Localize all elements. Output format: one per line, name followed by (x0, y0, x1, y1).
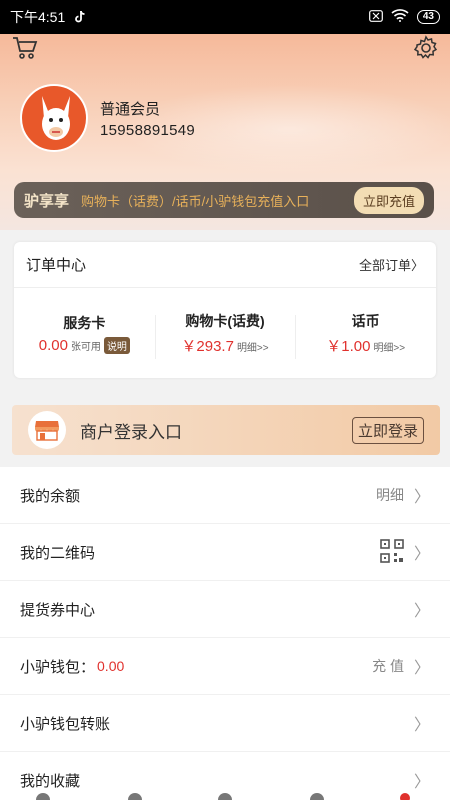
stat-label: 服务卡 (63, 314, 106, 331)
cart-icon[interactable] (12, 36, 38, 60)
stat-label: 话币 (351, 312, 380, 329)
menu-item-label: 我的二维码 (20, 544, 96, 562)
menu-item-label: 我的余额 (20, 487, 81, 505)
recharge-banner-desc: 购物卡（话费）/话币/小驴钱包充值入口 (81, 193, 310, 209)
menu-item-wallet[interactable]: 小驴钱包： 0.00 充 值〉 (0, 638, 450, 695)
menu-item-label: 小驴钱包： (20, 658, 96, 676)
merchant-login-banner[interactable]: 商户登录入口 立即登录 (12, 405, 440, 455)
stat-label: 购物卡(话费) (185, 312, 265, 329)
stat-value: ￥1.00 (326, 337, 371, 355)
explain-badge[interactable]: 说明 (103, 336, 130, 354)
stat-shopping-card[interactable]: 购物卡(话费) ￥293.7 明细>> (154, 311, 296, 359)
menu-item-right-text: 明细 (375, 487, 404, 503)
order-center-header: 订单中心 全部订单〉 (14, 242, 436, 288)
menu-item-voucher-center[interactable]: 提货券中心 〉 (0, 581, 450, 638)
menu-item-balance[interactable]: 我的余额 明细〉 (0, 467, 450, 524)
service-icon[interactable] (218, 793, 232, 800)
chevron-right-icon: 〉 (413, 489, 430, 506)
login-now-button[interactable]: 立即登录 (351, 416, 424, 444)
stat-value: 0.00 (38, 336, 68, 354)
notification-dot (400, 793, 410, 800)
all-orders-link[interactable]: 全部订单〉 (359, 255, 424, 274)
tiktok-icon (73, 10, 87, 24)
asset-stats: 服务卡 0.00 张可用 说明 购物卡(话费) ￥293.7 明细>> 话币 ￥… (14, 288, 436, 378)
member-level: 普通会员 (100, 101, 161, 118)
recharge-link[interactable]: 充 值 (372, 656, 404, 676)
order-center-card: 订单中心 全部订单〉 服务卡 0.00 张可用 说明 购物卡(话费) ￥293.… (14, 242, 436, 378)
home-icon[interactable] (36, 793, 50, 800)
shop-icon (28, 411, 66, 449)
cart-tab-icon[interactable] (310, 793, 324, 800)
stat-coins[interactable]: 话币 ￥1.00 明细>> (295, 311, 436, 359)
menu-item-label: 我的收藏 (20, 772, 81, 790)
avatar[interactable] (20, 84, 88, 152)
recharge-now-button[interactable]: 立即充值 (353, 186, 424, 214)
details-link[interactable]: 明细>> (373, 339, 405, 354)
menu-item-qrcode[interactable]: 我的二维码 〉 (0, 524, 450, 581)
qrcode-icon (380, 538, 404, 566)
sim-icon (368, 9, 383, 25)
details-link[interactable]: 明细>> (237, 339, 269, 354)
recharge-banner[interactable]: 驴享享 购物卡（话费）/话币/小驴钱包充值入口 立即充值 (14, 182, 434, 218)
chevron-right-icon: 〉 (413, 546, 430, 563)
battery-indicator: 43 (416, 10, 440, 24)
stat-service-card[interactable]: 服务卡 0.00 张可用 说明 (14, 313, 155, 354)
wallet-amount: 0.00 (97, 658, 125, 674)
chevron-right-icon: 〉 (413, 717, 430, 734)
gear-icon[interactable] (412, 34, 440, 62)
order-center-title: 订单中心 (26, 257, 87, 274)
menu-item-label: 提货券中心 (20, 601, 96, 619)
chevron-right-icon: 〉 (413, 603, 430, 620)
menu-item-label: 小驴钱包转账 (20, 715, 111, 733)
bottom-tab-bar (0, 790, 450, 800)
member-phone: 15958891549 (100, 122, 196, 139)
merchant-login-label: 商户登录入口 (80, 422, 182, 442)
stat-value: ￥293.7 (181, 337, 234, 355)
stat-unit: 张可用 (70, 341, 101, 353)
recharge-banner-title: 驴享享 (24, 192, 70, 210)
chevron-right-icon: 〉 (413, 660, 430, 677)
wifi-icon (391, 9, 409, 25)
status-time: 下午4:51 (10, 9, 66, 25)
discover-icon[interactable] (128, 793, 142, 800)
chevron-right-icon: 〉 (413, 774, 430, 791)
menu-item-wallet-transfer[interactable]: 小驴钱包转账 〉 (0, 695, 450, 752)
menu-list: 我的余额 明细〉 我的二维码 〉 提货券中心 〉 小驴钱包： 0.00 充 值〉… (0, 467, 450, 800)
status-bar: 下午4:51 43 (0, 0, 450, 34)
profile-header: 普通会员 15958891549 驴享享 购物卡（话费）/话币/小驴钱包充值入口… (0, 34, 450, 230)
